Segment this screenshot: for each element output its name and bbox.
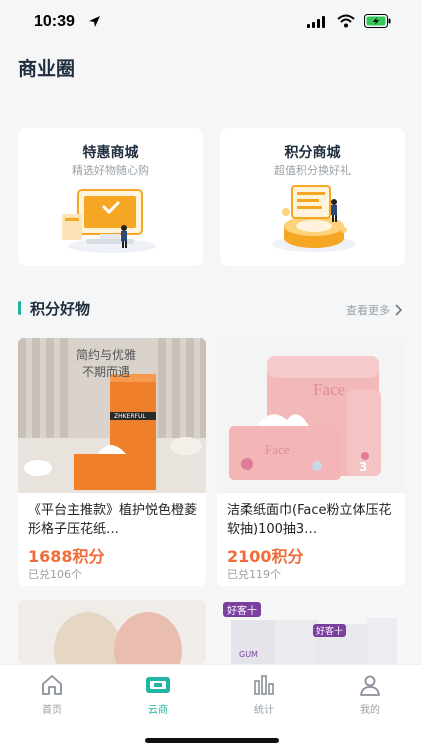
view-more-label: 查看更多: [346, 304, 390, 317]
tab-label: 统计: [254, 705, 274, 716]
product-image: 简约与优雅 不期而遇 ZHKERFUL: [18, 338, 206, 493]
product-card[interactable]: Face Face 3 洁柔纸面巾(Face粉立体压花软抽)100抽3… 210…: [217, 338, 405, 586]
mall-subtitle: 精选好物随心购: [72, 164, 149, 177]
product-image-caption: 好客十: [313, 624, 347, 637]
discount-mall-card[interactable]: 特惠商城 精选好物随心购: [18, 128, 203, 266]
tab-profile[interactable]: 我的: [340, 673, 400, 716]
tab-label: 云商: [148, 705, 168, 716]
location-arrow-icon: [89, 16, 100, 27]
chevron-right-icon: [395, 304, 402, 316]
tab-label: 首页: [42, 705, 62, 716]
product-image: 好客十 好客十 GUM: [217, 600, 405, 664]
product-image-caption: Face: [313, 380, 346, 399]
home-icon: [42, 675, 62, 695]
product-points: 2100积分: [227, 547, 304, 566]
battery-charging-icon: [364, 14, 391, 28]
points-illustration-icon: [271, 185, 356, 252]
product-image-caption: 好客十: [223, 602, 261, 617]
product-card[interactable]: 好客十 好客十 GUM: [217, 600, 405, 664]
product-name: 《平台主推款》植护悦色橙菱形格子压花纸…: [28, 503, 198, 537]
status-bar: 10:39: [0, 0, 422, 44]
statistics-icon: [254, 675, 274, 695]
tab-home[interactable]: 首页: [22, 673, 82, 716]
product-name: 洁柔纸面巾(Face粉立体压花软抽)100抽3…: [227, 503, 392, 537]
product-image-caption: 3: [359, 460, 368, 474]
signal-icon: [307, 16, 325, 28]
product-image-caption: 简约与优雅: [76, 348, 137, 362]
product-image-caption: 不期而遇: [82, 365, 131, 379]
shop-illustration-icon: [61, 189, 156, 253]
product-image: [18, 600, 206, 664]
tab-label: 我的: [360, 705, 380, 716]
section-title: 积分好物: [30, 300, 91, 318]
product-image-caption: Face: [265, 442, 290, 457]
product-sold-count: 已兑106个: [28, 568, 82, 581]
section-accent-bar: [18, 301, 21, 315]
product-brand-text: ZHKERFUL: [114, 413, 146, 420]
status-time: 10:39: [34, 13, 75, 30]
view-more-link[interactable]: 查看更多: [346, 302, 402, 318]
home-indicator: [145, 738, 279, 743]
page-title: 商业圈: [18, 58, 76, 80]
product-card[interactable]: [18, 600, 206, 664]
profile-icon: [360, 675, 380, 696]
tab-statistics[interactable]: 统计: [234, 673, 294, 716]
product-points: 1688积分: [28, 547, 105, 566]
points-mall-card[interactable]: 积分商城 超值积分换好礼: [220, 128, 405, 266]
product-card[interactable]: 简约与优雅 不期而遇 ZHKERFUL 《平台主推款》植护悦色橙菱形格子压花纸……: [18, 338, 206, 586]
mall-title: 特惠商城: [82, 145, 139, 161]
cloud-shop-icon: [146, 677, 170, 693]
product-image: Face Face 3: [217, 338, 405, 493]
mall-title: 积分商城: [284, 145, 341, 161]
tab-cloud-shop[interactable]: 云商: [128, 673, 188, 716]
product-sold-count: 已兑119个: [227, 568, 281, 581]
mall-subtitle: 超值积分换好礼: [274, 164, 351, 177]
wifi-icon: [337, 14, 355, 28]
product-image-caption: GUM: [239, 650, 258, 659]
